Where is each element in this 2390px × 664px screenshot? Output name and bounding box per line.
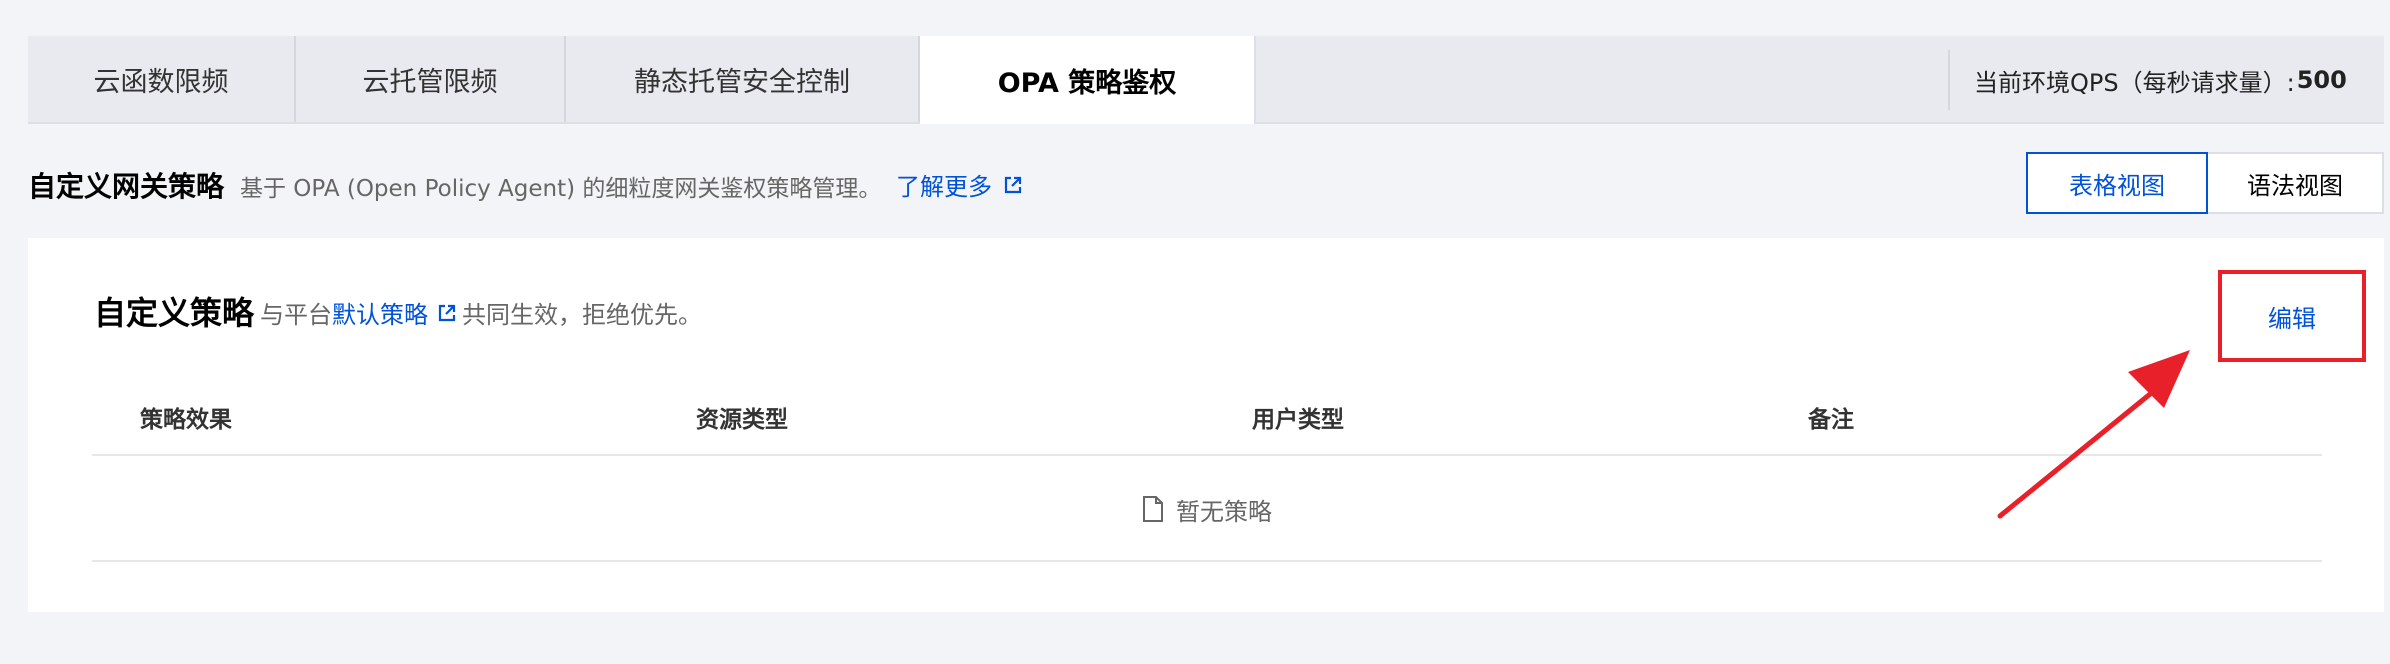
column-header: 资源类型 xyxy=(696,407,788,433)
default-policy-link[interactable]: 默认策略 xyxy=(332,295,428,330)
custom-policy-card: 自定义策略 与平台 默认策略 共同生效，拒绝优先。 编辑 策略效果 资源类型 用… xyxy=(28,238,2384,612)
external-link-icon xyxy=(1004,176,1022,193)
learn-more-link[interactable]: 了解更多 xyxy=(896,167,1022,202)
edit-highlight-box: 编辑 xyxy=(2218,270,2366,362)
table-view-button[interactable]: 表格视图 xyxy=(2026,152,2208,214)
column-header: 用户类型 xyxy=(1252,407,1344,433)
card-subtitle: 与平台 默认策略 共同生效，拒绝优先。 xyxy=(260,295,702,330)
qps-label: 当前环境QPS（每秒请求量）: xyxy=(1974,68,2295,97)
tab-static-hosting-security[interactable]: 静态托管安全控制 xyxy=(566,36,920,122)
empty-text: 暂无策略 xyxy=(1176,497,1272,526)
section-description: 基于 OPA (Open Policy Agent) 的细粒度网关鉴权策略管理。 xyxy=(240,176,882,202)
table-header: 策略效果 资源类型 用户类型 备注 xyxy=(92,376,2322,456)
tab-bar: 云函数限频 云托管限频 静态托管安全控制 OPA 策略鉴权 当前环境QPS（每秒… xyxy=(28,36,2384,124)
file-icon xyxy=(1143,496,1163,522)
learn-more-label: 了解更多 xyxy=(896,173,992,201)
card-sub-prefix: 与平台 xyxy=(260,301,332,329)
external-link-icon[interactable] xyxy=(438,304,456,322)
card-title: 自定义策略 xyxy=(94,294,255,332)
tab-cloud-hosting-rate-limit[interactable]: 云托管限频 xyxy=(296,36,566,122)
tab-opa-policy-auth[interactable]: OPA 策略鉴权 xyxy=(920,36,1256,124)
section-title: 自定义网关策略 xyxy=(28,170,225,203)
column-header: 策略效果 xyxy=(140,407,232,433)
column-header: 备注 xyxy=(1808,407,1854,433)
card-sub-suffix: 共同生效，拒绝优先。 xyxy=(462,301,702,329)
syntax-view-button[interactable]: 语法视图 xyxy=(2208,152,2384,214)
tab-cloud-function-rate-limit[interactable]: 云函数限频 xyxy=(28,36,296,122)
edit-button[interactable]: 编辑 xyxy=(2268,299,2316,334)
qps-indicator: 当前环境QPS（每秒请求量）: 500 xyxy=(1948,50,2347,110)
empty-state: 暂无策略 xyxy=(92,458,2322,562)
qps-value: 500 xyxy=(2296,66,2347,94)
view-toggle: 表格视图 语法视图 xyxy=(2026,152,2384,214)
